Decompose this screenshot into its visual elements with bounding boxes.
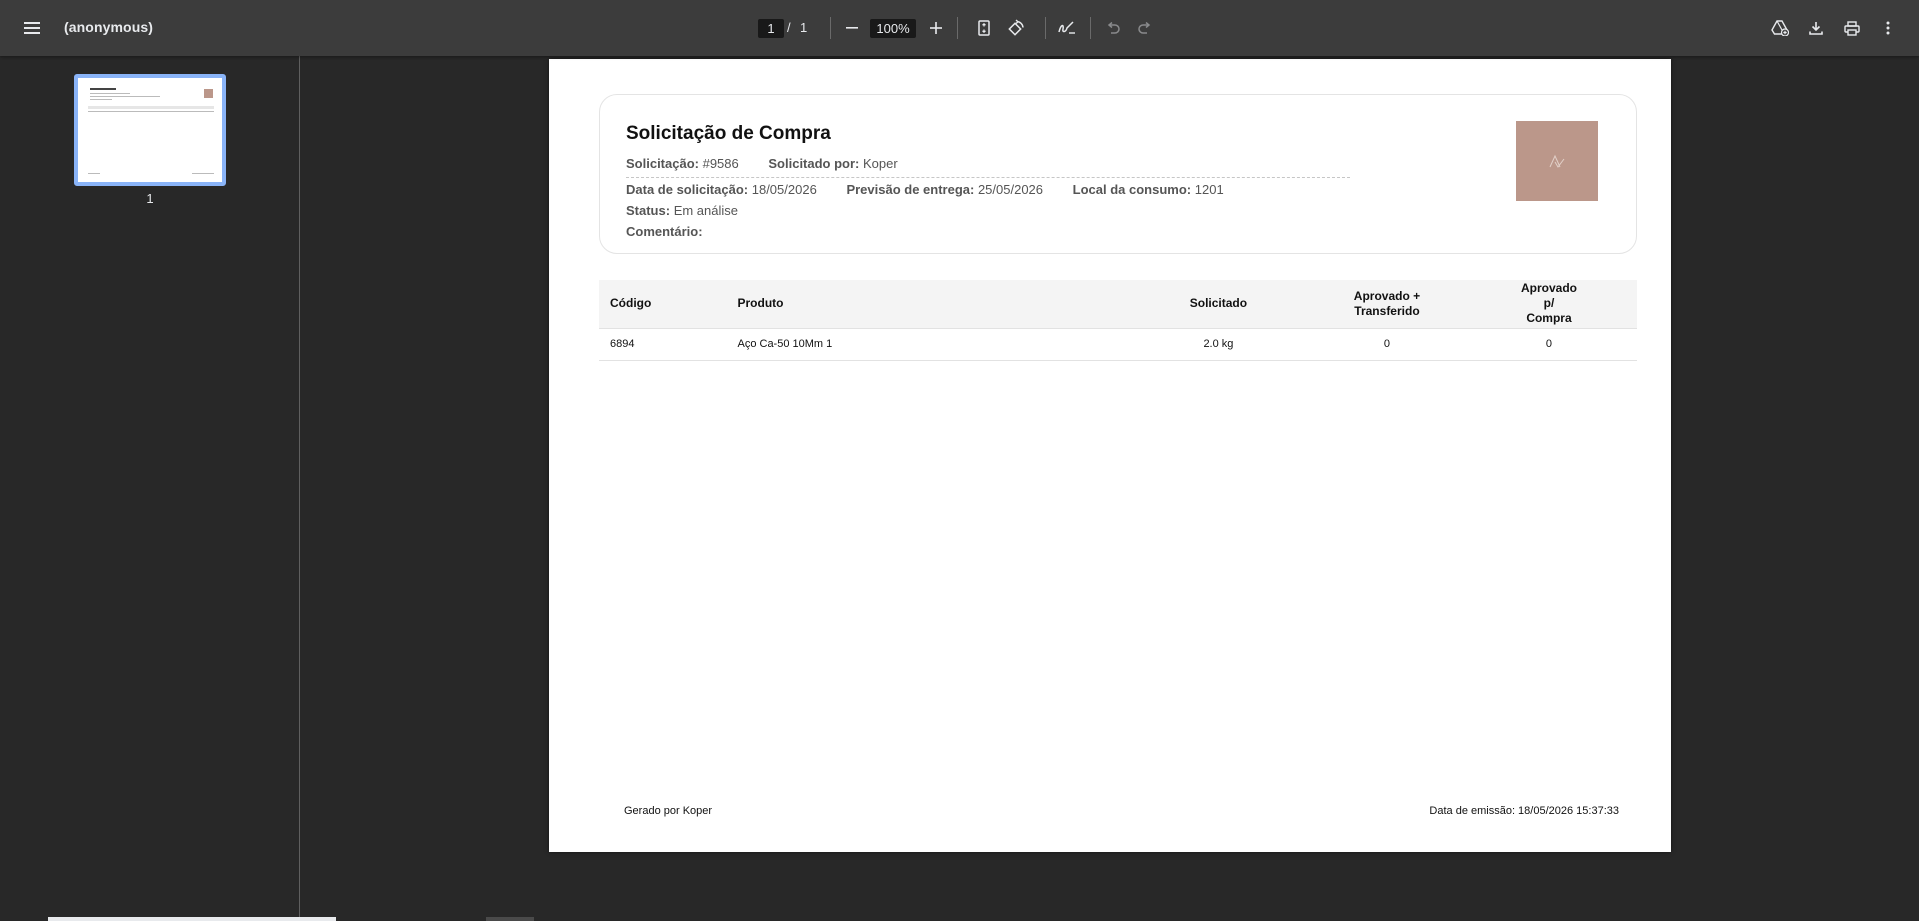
page-total: 1 — [800, 20, 808, 35]
redo-button[interactable] — [1129, 12, 1161, 44]
field-label: Solicitado por: — [768, 156, 860, 171]
company-logo — [1516, 121, 1598, 201]
meta-row-2: Data de solicitação: 18/05/2026 Previsão… — [626, 182, 1250, 197]
page-separator: / — [787, 20, 791, 35]
redo-icon — [1138, 22, 1151, 34]
table-cell: 6894 — [599, 328, 727, 361]
status-value: Em análise — [673, 203, 738, 218]
field-label: Local da consumo: — [1072, 182, 1192, 197]
table-cell: Aço Ca-50 10Mm 1 — [726, 328, 1124, 361]
plus-icon — [930, 22, 942, 34]
consumption-location: Local da consumo: 1201 — [1073, 182, 1224, 197]
logo-mark-icon — [1549, 154, 1565, 168]
field-label: Data de solicitação: — [626, 182, 749, 197]
field-label: Comentário: — [626, 224, 703, 239]
items-table: Código Produto Solicitado Aprovado + Tra… — [599, 280, 1637, 361]
more-options-button[interactable] — [1872, 12, 1904, 44]
thumbnail-preview — [82, 82, 218, 178]
horizontal-scrollbar[interactable] — [48, 917, 336, 921]
column-header: Produto — [726, 280, 1124, 329]
annotate-button[interactable] — [1051, 12, 1083, 44]
header-card: Solicitação de Compra Solicitação: #9586… — [599, 94, 1637, 254]
fit-page-button[interactable] — [968, 12, 1000, 44]
page-thumbnail[interactable] — [74, 74, 226, 186]
column-header: Código — [599, 280, 727, 329]
footer-generated-by: Gerado por Koper — [624, 805, 713, 817]
page-title: Solicitação de Compra — [626, 123, 831, 144]
field-value: #9586 — [702, 156, 739, 171]
fit-page-icon — [978, 20, 990, 36]
download-button[interactable] — [1800, 12, 1832, 44]
toolbar-divider — [957, 17, 958, 39]
undo-button[interactable] — [1097, 12, 1129, 44]
field-value: Koper — [863, 156, 898, 171]
zoom-out-button[interactable] — [836, 12, 868, 44]
footer-issue-date: Data de emissão: 18/05/2026 15:37:33 — [1429, 805, 1619, 817]
minus-icon — [846, 27, 858, 29]
field-value: 18/05/2026 — [751, 182, 817, 197]
draw-icon — [1058, 21, 1075, 34]
scrollbar-segment — [486, 917, 534, 921]
pdf-page: Solicitação de Compra Solicitação: #9586… — [549, 59, 1671, 852]
rotate-icon — [1008, 19, 1024, 36]
thumbnail-sidebar: 1 — [0, 56, 300, 921]
toolbar-divider — [1045, 17, 1046, 39]
table-row: 6894 Aço Ca-50 10Mm 1 2.0 kg 0 0 — [599, 328, 1637, 361]
table-cell: 0 — [1312, 328, 1461, 361]
page-number-input[interactable]: 1 — [758, 19, 784, 38]
field-value: 1201 — [1194, 182, 1224, 197]
table-header-row: Código Produto Solicitado Aprovado + Tra… — [599, 280, 1637, 329]
menu-button[interactable] — [16, 12, 48, 44]
hamburger-menu-icon — [24, 22, 40, 34]
field-label: Solicitação: — [626, 156, 699, 171]
document-title: (anonymous) — [64, 19, 153, 35]
save-to-drive-icon — [1771, 20, 1789, 36]
toolbar-divider — [830, 17, 831, 39]
column-header: Aprovado p/ Compra — [1460, 280, 1637, 329]
field-label: Status: — [626, 203, 671, 218]
meta-row-1: Solicitação: #9586 Solicitado por: Koper — [626, 156, 924, 171]
request-date: Data de solicitação: 18/05/2026 — [626, 182, 817, 197]
pdf-toolbar: (anonymous) 1 / 1 100% — [0, 0, 1919, 56]
thumbnail-page-number: 1 — [146, 191, 154, 206]
download-icon — [1809, 22, 1823, 35]
field-label: Previsão de entrega: — [846, 182, 975, 197]
field-value: 25/05/2026 — [977, 182, 1044, 197]
print-button[interactable] — [1836, 12, 1868, 44]
rotate-button[interactable] — [1000, 12, 1032, 44]
column-header: Aprovado + Transferido — [1312, 280, 1461, 329]
status-row: Status: Em análise — [626, 203, 738, 218]
delivery-forecast: Previsão de entrega: 25/05/2026 — [846, 182, 1043, 197]
comment-row: Comentário: — [626, 224, 703, 239]
column-header: Solicitado — [1123, 280, 1313, 329]
requested-by: Solicitado por: Koper — [768, 156, 897, 171]
save-to-drive-button[interactable] — [1764, 12, 1796, 44]
table-cell: 2.0 kg — [1123, 328, 1313, 361]
request-number: Solicitação: #9586 — [626, 156, 739, 171]
table-cell: 0 — [1460, 328, 1637, 361]
print-icon — [1844, 20, 1860, 36]
dashed-divider — [626, 177, 1350, 178]
zoom-in-button[interactable] — [920, 12, 952, 44]
more-vert-icon — [1886, 21, 1890, 35]
undo-icon — [1107, 22, 1120, 34]
zoom-input[interactable]: 100% — [870, 19, 916, 38]
toolbar-divider — [1090, 17, 1091, 39]
